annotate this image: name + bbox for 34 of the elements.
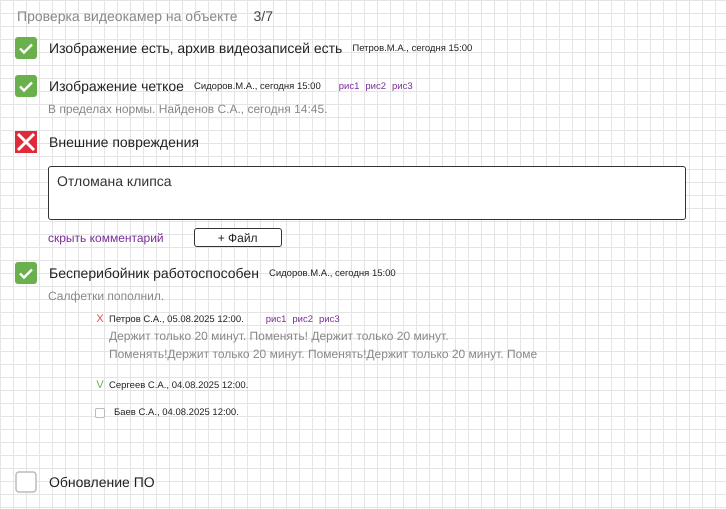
author-label: Петров.М.А., сегодня 15:00 (352, 42, 472, 54)
author-label: Сидоров.М.А., сегодня 15:00 (194, 80, 321, 92)
item-label: Изображение есть, архив видеозаписей есть (49, 40, 342, 56)
item-note: Салфетки пополнил. (48, 289, 166, 303)
author-label: Сидоров.М.А., сегодня 15:00 (268, 268, 396, 278)
photo-link[interactable]: рис2 (292, 314, 314, 324)
photo-link[interactable]: рис3 (392, 80, 413, 92)
checked-checkbox[interactable] (15, 75, 37, 97)
item-note: В пределах нормы. Найденов С.А., сегодня 14:45. (48, 102, 328, 116)
approved-mark: V (95, 379, 105, 391)
rejected-mark: X (95, 313, 105, 325)
author-label: Баев С.А., 04.08.2025 12:00. (114, 407, 239, 418)
failed-checkbox[interactable] (15, 131, 37, 153)
comment-text: Держит только 20 минут. Поменять! Держит только 20 минут. (109, 328, 450, 345)
add-file-button[interactable]: + Файл (194, 228, 282, 247)
photo-link[interactable]: рис2 (365, 80, 386, 92)
item-label: Внешние повреждения (49, 134, 199, 150)
author-label: Петров С.А., 05.08.2025 12:00. (109, 314, 244, 324)
item-label: Бесперибойник работоспособен (49, 265, 259, 281)
hide-comment-link[interactable]: скрыть комментарий (48, 230, 164, 244)
photo-link[interactable]: рис3 (319, 314, 340, 324)
item-label: Обновление ПО (49, 474, 155, 490)
photo-link[interactable]: рис1 (266, 314, 286, 324)
author-label: Сергеев С.А., 04.08.2025 12:00. (109, 380, 248, 390)
comment-text: Поменять!Держит только 20 минут. Поменять!Держит только 20 минут. Поме (109, 346, 538, 363)
checkbox[interactable] (95, 408, 105, 418)
checked-checkbox[interactable] (15, 262, 37, 284)
checklist-title: Проверка видеокамер на объекте (17, 7, 238, 26)
checkbox[interactable] (15, 471, 37, 493)
checked-checkbox[interactable] (15, 37, 37, 59)
progress-counter: 3/7 (254, 7, 273, 26)
photo-link[interactable]: рис1 (338, 80, 360, 92)
item-label: Изображение четкое (49, 78, 184, 94)
comment-field[interactable]: Отломана клипса (48, 166, 686, 220)
